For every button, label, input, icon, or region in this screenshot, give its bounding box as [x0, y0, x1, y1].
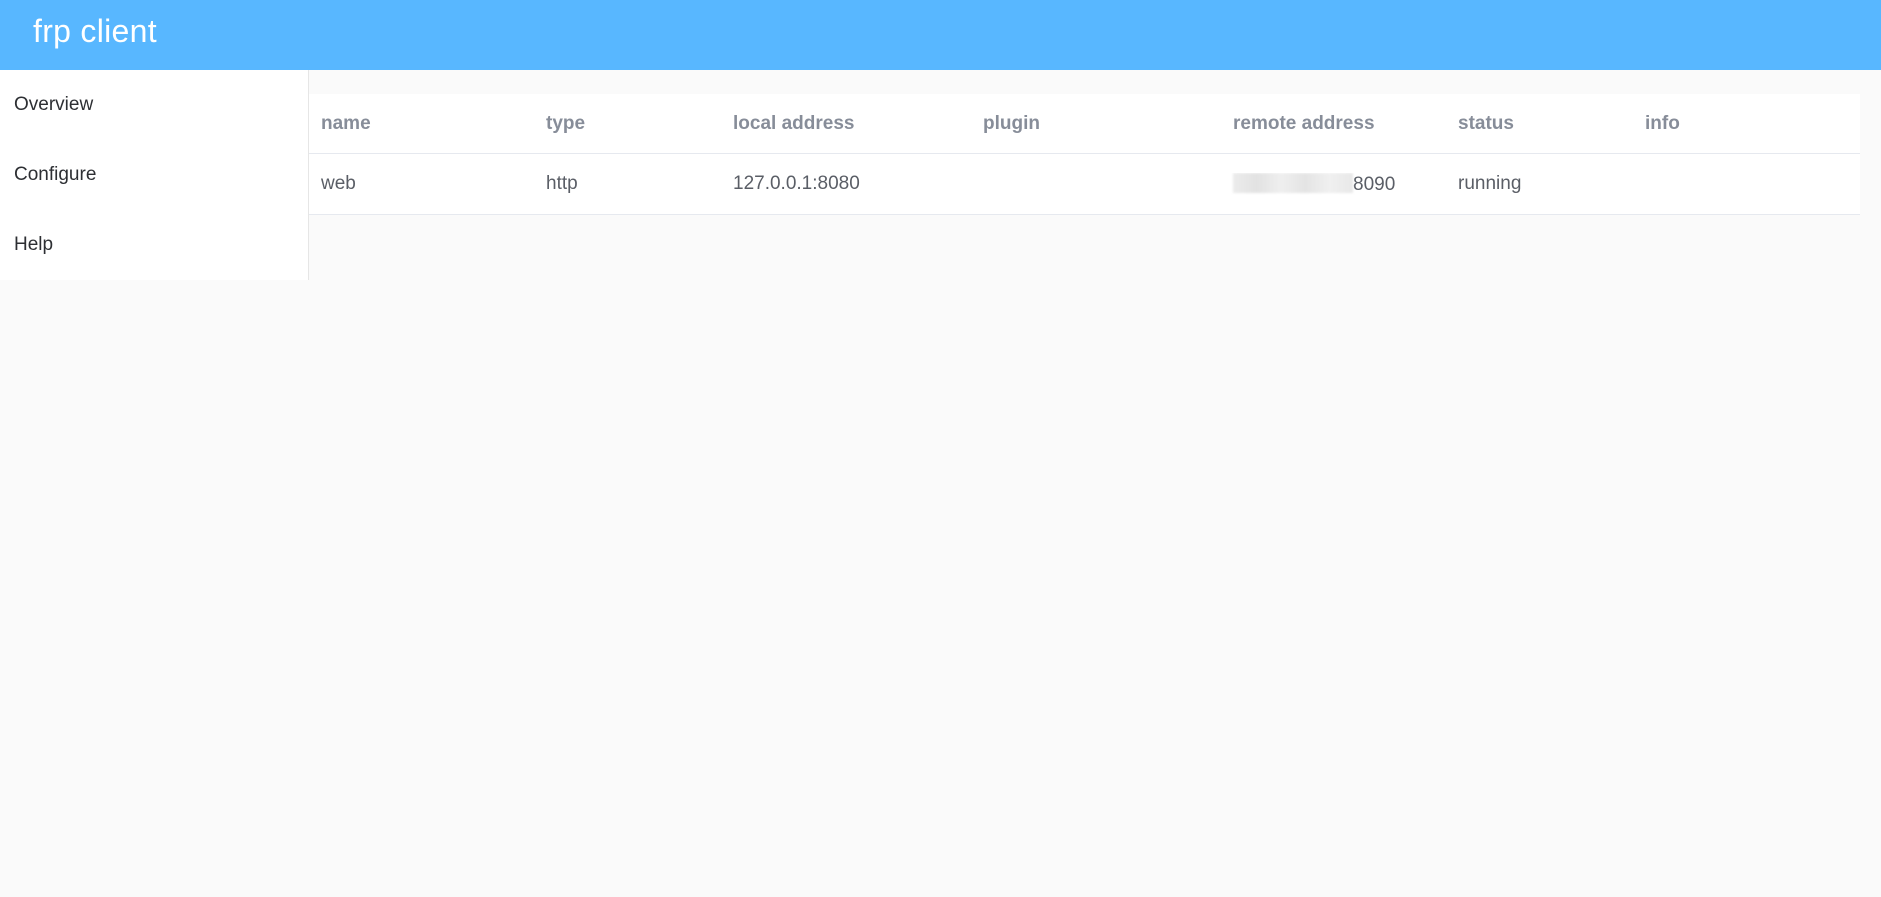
column-header-local-address[interactable]: local address: [721, 113, 971, 135]
remote-port: 8090: [1353, 173, 1396, 195]
column-header-status[interactable]: status: [1446, 113, 1633, 135]
top-bar: frp client: [0, 0, 1881, 70]
column-header-remote-address[interactable]: remote address: [1221, 113, 1446, 135]
column-header-type[interactable]: type: [534, 113, 721, 135]
column-header-name[interactable]: name: [309, 113, 534, 135]
column-header-info[interactable]: info: [1633, 113, 1860, 135]
main-content: name type local address plugin remote ad…: [309, 94, 1860, 215]
cell-local-address: 127.0.0.1:8080: [733, 173, 860, 194]
proxy-table: name type local address plugin remote ad…: [309, 94, 1860, 215]
app-title: frp client: [33, 12, 157, 49]
column-header-plugin[interactable]: plugin: [971, 113, 1221, 135]
cell-type: http: [546, 173, 578, 194]
sidebar-menu: Overview Configure Help: [0, 70, 309, 280]
sidebar-item-help[interactable]: Help: [0, 210, 308, 280]
cell-status: running: [1458, 173, 1522, 194]
cell-name: web: [321, 173, 356, 194]
sidebar-item-overview[interactable]: Overview: [0, 70, 308, 140]
table-row[interactable]: web http 127.0.0.1:8080 8090 running: [309, 154, 1860, 214]
sidebar-item-configure[interactable]: Configure: [0, 140, 308, 210]
table-header-row: name type local address plugin remote ad…: [309, 94, 1860, 154]
cell-remote-address: 8090: [1221, 172, 1446, 196]
redacted-address-mask: [1233, 172, 1353, 193]
